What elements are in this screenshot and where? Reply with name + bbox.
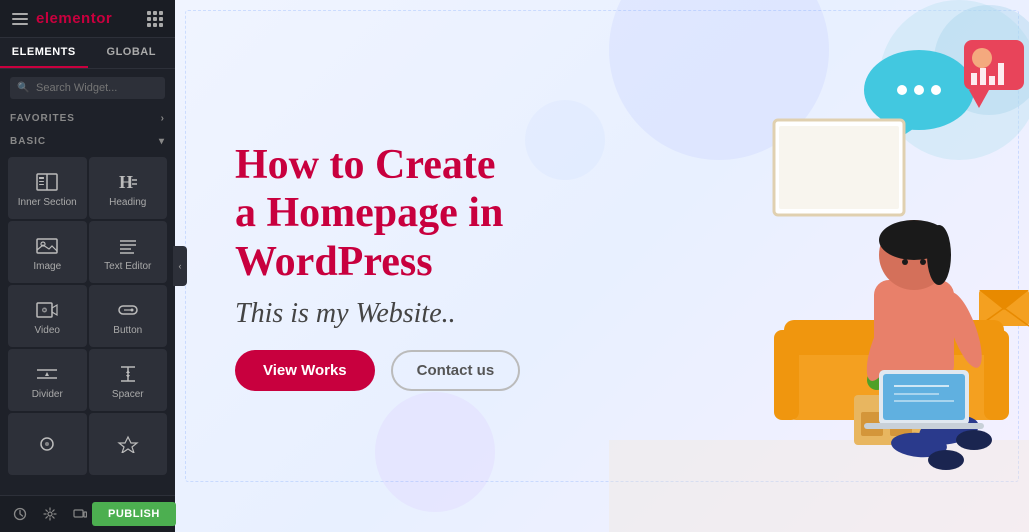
widget-text-editor-label: Text Editor	[104, 261, 151, 273]
button-icon	[117, 299, 139, 321]
video-icon	[36, 299, 58, 321]
contact-us-button[interactable]: Contact us	[391, 350, 521, 391]
canvas: How to Create a Homepage in WordPress Th…	[175, 0, 1029, 532]
favorites-section-header[interactable]: FAVORITES ›	[0, 107, 175, 130]
favorites-arrow: ›	[161, 113, 165, 124]
widget-inner-section[interactable]: Inner Section	[8, 157, 87, 219]
sidebar-header: elementor	[0, 0, 175, 38]
search-wrapper	[10, 77, 165, 99]
illustration	[609, 0, 1029, 532]
widget-divider-label: Divider	[32, 389, 63, 401]
collapse-arrow: ‹	[179, 261, 182, 271]
widgets-grid: Inner Section H Heading Ima	[0, 153, 175, 479]
widget-button[interactable]: Button	[89, 285, 168, 347]
search-input[interactable]	[10, 77, 165, 99]
image-icon	[36, 235, 58, 257]
sidebar: elementor ELEMENTS GLOBAL FAVORITES › BA…	[0, 0, 175, 532]
footer-icons	[8, 502, 92, 526]
sidebar-footer: PUBLISH	[0, 495, 175, 532]
widget-image-label: Image	[33, 261, 61, 273]
search-box	[0, 69, 175, 107]
buttons-row: View Works Contact us	[235, 350, 655, 391]
responsive-icon[interactable]	[68, 502, 92, 526]
favorites-label: FAVORITES	[10, 113, 75, 124]
view-works-button[interactable]: View Works	[235, 350, 375, 391]
widget-image[interactable]: Image	[8, 221, 87, 283]
content-area: How to Create a Homepage in WordPress Th…	[235, 141, 655, 391]
widget-icon2[interactable]	[89, 413, 168, 475]
sidebar-tabs: ELEMENTS GLOBAL	[0, 38, 175, 69]
svg-text:H: H	[119, 172, 133, 192]
basic-section-header[interactable]: BASIC ▾	[0, 130, 175, 153]
publish-button[interactable]: PUBLISH	[92, 502, 176, 526]
elementor-logo: elementor	[36, 10, 112, 27]
icon2-icon	[117, 433, 139, 455]
settings-icon[interactable]	[38, 502, 62, 526]
sidebar-collapse-tab[interactable]: ‹	[173, 246, 187, 286]
widget-divider[interactable]: Divider	[8, 349, 87, 411]
heading-icon: H	[117, 171, 139, 193]
subtitle: This is my Website..	[235, 298, 655, 330]
widget-spacer-label: Spacer	[112, 389, 144, 401]
widget-icon1[interactable]	[8, 413, 87, 475]
bg-circle-2	[375, 392, 495, 512]
sidebar-header-left: elementor	[12, 10, 112, 27]
tab-elements[interactable]: ELEMENTS	[0, 38, 88, 68]
title-line2: a Homepage in	[235, 190, 503, 236]
widget-video-label: Video	[35, 325, 60, 337]
widget-video[interactable]: Video	[8, 285, 87, 347]
tab-global[interactable]: GLOBAL	[88, 38, 176, 68]
basic-label: BASIC	[10, 136, 46, 147]
widget-spacer[interactable]: Spacer	[89, 349, 168, 411]
history-icon[interactable]	[8, 502, 32, 526]
main-title: How to Create a Homepage in WordPress	[235, 141, 655, 286]
spacer-icon	[117, 363, 139, 385]
widget-button-label: Button	[113, 325, 142, 337]
widget-inner-section-label: Inner Section	[18, 197, 77, 209]
title-line1: How to Create	[235, 142, 495, 188]
widget-text-editor[interactable]: Text Editor	[89, 221, 168, 283]
widget-heading[interactable]: H Heading	[89, 157, 168, 219]
icon1-icon	[36, 433, 58, 455]
inner-section-icon	[36, 171, 58, 193]
widget-heading-label: Heading	[109, 197, 146, 209]
basic-arrow: ▾	[159, 136, 165, 147]
title-line3: WordPress	[235, 239, 433, 285]
text-editor-icon	[117, 235, 139, 257]
divider-icon	[36, 363, 58, 385]
grid-icon[interactable]	[147, 11, 163, 27]
hamburger-icon[interactable]	[12, 13, 28, 25]
